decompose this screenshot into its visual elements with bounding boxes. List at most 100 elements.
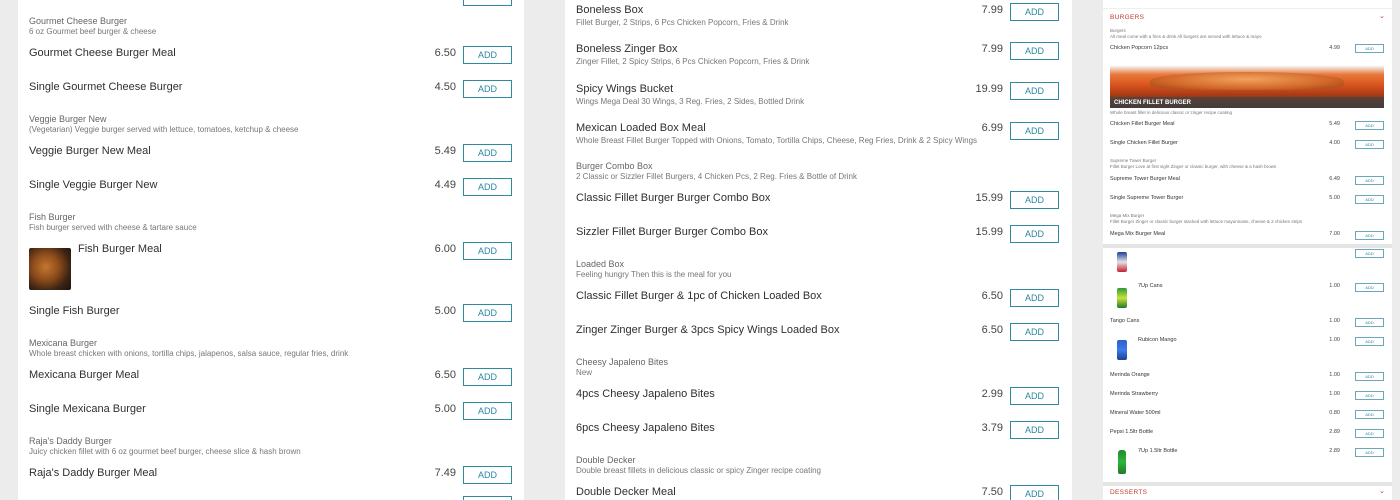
group-description: Fillet Burger Love at first sight Zinger… <box>1110 164 1277 169</box>
menu-item-price: 6.49 <box>1329 176 1340 182</box>
add-button[interactable]: ADD <box>463 242 512 260</box>
section-title-burgers[interactable]: BURGERS <box>1110 14 1144 21</box>
add-button[interactable]: ADD <box>1355 391 1384 400</box>
menu-item-name: Classic Fillet Burger & 1pc of Chicken L… <box>576 290 822 302</box>
menu-item-name: Gourmet Cheese Burger Meal <box>29 47 176 59</box>
menu-item-price: 0.80 <box>1329 410 1340 416</box>
menu-item-name: Tango Cans <box>1110 318 1140 324</box>
add-button[interactable]: ADD <box>463 144 512 162</box>
add-button[interactable]: ADD <box>1010 82 1059 100</box>
menu-item-name: 7Up 1.5ltr Bottle <box>1138 448 1178 454</box>
menu-item-description: Whole Breast Fillet Burger Topped with O… <box>576 136 978 145</box>
add-button[interactable]: ADD <box>1010 387 1059 405</box>
add-button[interactable]: ADD <box>463 46 512 64</box>
add-button[interactable]: ADD <box>1010 3 1059 21</box>
chevron-down-icon[interactable]: ⌄ <box>1379 12 1385 20</box>
menu-item-name: 4pcs Cheesy Japaleno Bites <box>576 388 715 400</box>
menu-column-left: ADD Gourmet Cheese Burger 6 oz Gourmet b… <box>18 0 524 500</box>
add-button[interactable]: ADD <box>463 304 512 322</box>
fish-burger-thumbnail[interactable] <box>29 248 71 290</box>
menu-item-price: 7.50 <box>981 486 1003 498</box>
add-button[interactable]: ADD <box>1010 122 1059 140</box>
menu-item-price: 5.00 <box>434 403 456 415</box>
add-button[interactable]: ADD <box>463 496 512 500</box>
add-button[interactable]: ADD <box>1010 421 1059 439</box>
menu-item-price: 6.50 <box>981 290 1003 302</box>
group-name: Veggie Burger New <box>29 114 107 124</box>
add-button[interactable]: ADD <box>463 80 512 98</box>
menu-item-price: 2.89 <box>1329 448 1340 454</box>
menu-item-name: Single Fish Burger <box>29 305 120 317</box>
group-description: 2 Classic or Sizzler Fillet Burgers, 4 C… <box>576 172 857 181</box>
add-button[interactable]: ADD <box>1355 429 1384 438</box>
menu-item-price: 4.49 <box>434 179 456 191</box>
chicken-fillet-burger-banner: CHICKEN FILLET BURGER <box>1110 66 1384 108</box>
group-name: Double Decker <box>576 455 636 465</box>
menu-item-name: Boneless Box <box>576 4 644 16</box>
menu-item-description: Zinger Fillet, 2 Spicy Strips, 6 Pcs Chi… <box>576 57 810 66</box>
group-description: Whole breast fillet in delicious classic… <box>1110 110 1233 115</box>
section-title-desserts[interactable]: DESSERTS <box>1110 489 1147 496</box>
divider <box>1103 244 1392 248</box>
menu-item-name: Veggie Burger New Meal <box>29 145 151 157</box>
menu-item-name: Single Chicken Fillet Burger <box>1110 140 1178 146</box>
menu-item-name: Mexican Loaded Box Meal <box>576 122 706 134</box>
menu-item-name: Spicy Wings Bucket <box>576 83 674 95</box>
menu-item-price: 1.00 <box>1329 283 1340 289</box>
add-button[interactable]: ADD <box>1355 231 1384 240</box>
add-button[interactable]: ADD <box>1355 176 1384 185</box>
menu-item-price: 15.99 <box>975 226 1003 238</box>
add-button[interactable]: ADD <box>463 0 512 6</box>
add-button[interactable]: ADD <box>1355 410 1384 419</box>
add-button[interactable]: ADD <box>1355 195 1384 204</box>
add-button[interactable]: ADD <box>1010 485 1059 500</box>
menu-item-name: Sizzler Fillet Burger Burger Combo Box <box>576 226 768 238</box>
menu-item-name: 7Up Cans <box>1138 283 1163 289</box>
add-button[interactable]: ADD <box>1355 283 1384 292</box>
group-description: Whole breast chicken with onions, tortil… <box>29 349 349 358</box>
add-button[interactable]: ADD <box>1355 140 1384 149</box>
menu-item-price: 7.99 <box>981 43 1003 55</box>
group-name: Loaded Box <box>576 259 625 269</box>
add-button[interactable]: ADD <box>1355 121 1384 130</box>
add-button[interactable]: ADD <box>1355 318 1384 327</box>
menu-item-name: Double Decker Meal <box>576 486 676 498</box>
menu-preview-column: BURGERS ⌄ Burgers All meal come with a f… <box>1103 0 1392 500</box>
add-button[interactable]: ADD <box>1010 289 1059 307</box>
menu-item-price: 7.99 <box>981 4 1003 16</box>
menu-item-price: 6.50 <box>434 47 456 59</box>
chevron-down-icon[interactable]: ⌄ <box>1379 487 1385 495</box>
group-name: Cheesy Japaleno Bites <box>576 357 669 367</box>
add-button[interactable]: ADD <box>1010 191 1059 209</box>
add-button[interactable]: ADD <box>1355 448 1384 457</box>
burger-image <box>1150 72 1344 90</box>
menu-column-middle: Boneless Box Fillet Burger, 2 Strips, 6 … <box>565 0 1072 500</box>
menu-item-name: 6pcs Cheesy Japaleno Bites <box>576 422 715 434</box>
add-button[interactable]: ADD <box>1010 225 1059 243</box>
menu-item-price: 4.00 <box>1329 140 1340 146</box>
add-button[interactable]: ADD <box>1355 372 1384 381</box>
drink-can-icon <box>1117 340 1127 360</box>
menu-item-price: 3.79 <box>981 422 1003 434</box>
menu-item-price: 1.00 <box>1329 391 1340 397</box>
add-button[interactable]: ADD <box>463 178 512 196</box>
add-button[interactable]: ADD <box>463 466 512 484</box>
menu-item-price: 1.00 <box>1329 337 1340 343</box>
add-button[interactable]: ADD <box>1355 337 1384 346</box>
add-button[interactable]: ADD <box>463 402 512 420</box>
group-name: Burger Combo Box <box>576 161 653 171</box>
menu-item-price: 5.49 <box>1329 121 1340 127</box>
group-description: Fish burger served with cheese & tartare… <box>29 223 197 232</box>
menu-item-price: 15.99 <box>975 192 1003 204</box>
add-button[interactable]: ADD <box>1355 44 1384 53</box>
menu-item-price: 4.50 <box>434 81 456 93</box>
menu-item-name: Merinda Orange <box>1110 372 1150 378</box>
group-description: Juicy chicken fillet with 6 oz gourmet b… <box>29 447 301 456</box>
drink-can-icon <box>1117 252 1127 272</box>
group-name: Mexicana Burger <box>29 338 98 348</box>
add-button[interactable]: ADD <box>1010 42 1059 60</box>
add-button[interactable]: ADD <box>1010 323 1059 341</box>
add-button[interactable]: ADD <box>1355 249 1384 258</box>
add-button[interactable]: ADD <box>463 368 512 386</box>
banner-label: CHICKEN FILLET BURGER <box>1114 100 1191 106</box>
